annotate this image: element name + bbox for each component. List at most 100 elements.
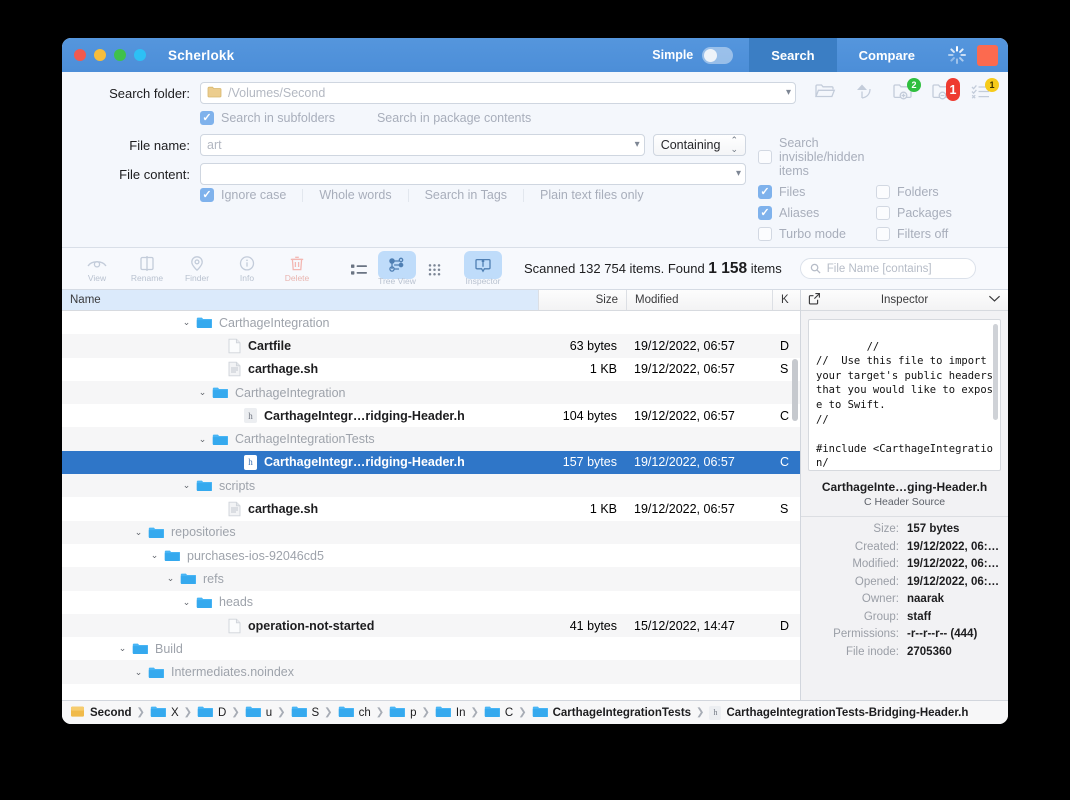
file-name-input[interactable]: art ▾ xyxy=(200,134,645,156)
checkbox-filters-off[interactable]: Filters off xyxy=(876,227,994,241)
disclosure-triangle-icon[interactable]: ⌄ xyxy=(132,667,145,678)
filter-list-icon[interactable]: 1 xyxy=(970,78,999,104)
tree-view-button[interactable] xyxy=(378,251,416,279)
checkbox-folders[interactable]: Folders xyxy=(876,185,994,199)
checkbox-box[interactable] xyxy=(876,206,890,220)
table-row[interactable]: ⌄ purchases-ios-92046cd5 xyxy=(62,544,800,567)
simple-mode-toggle[interactable]: Simple xyxy=(642,38,749,72)
breadcrumb[interactable]: Second ❯ X ❯ D ❯ u ❯ S ❯ ch ❯ p ❯ In ❯ C ❯ CarthageIntegra… xyxy=(62,700,1008,724)
file-content-input[interactable]: ▾ xyxy=(200,163,746,185)
breadcrumb-item[interactable]: D xyxy=(197,705,226,721)
match-mode-select[interactable]: Containing ⌃ ⌄ xyxy=(652,134,746,156)
tab-compare[interactable]: Compare xyxy=(837,38,937,72)
chevron-down-icon[interactable]: ▾ xyxy=(629,140,640,150)
checkbox-turbo-mode[interactable]: Turbo mode xyxy=(758,227,876,241)
disclosure-triangle-icon[interactable]: ⌄ xyxy=(180,597,193,608)
minimize-button[interactable] xyxy=(94,49,106,61)
table-row[interactable]: h CarthageIntegr…ridging-Header.h 104 byte… xyxy=(62,404,800,427)
filter-search-input[interactable]: File Name [contains] xyxy=(799,258,976,279)
extra-button[interactable] xyxy=(134,49,146,61)
disclosure-triangle-icon[interactable]: ⌄ xyxy=(196,434,209,445)
simple-switch[interactable] xyxy=(702,46,734,64)
table-row[interactable]: ⌄ CarthageIntegration xyxy=(62,311,800,334)
breadcrumb-item[interactable]: X xyxy=(150,705,179,721)
checkbox-aliases[interactable]: Aliases xyxy=(758,206,876,220)
close-button[interactable] xyxy=(74,49,86,61)
file-preview[interactable]: // // Use this file to import your targe… xyxy=(808,319,1001,471)
disclosure-triangle-icon[interactable]: ⌄ xyxy=(164,573,177,584)
table-row[interactable]: h CarthageIntegr…ridging-Header.h 157 byte… xyxy=(62,450,800,475)
add-folder-icon[interactable]: 2 xyxy=(892,78,921,104)
checkbox-files[interactable]: Files xyxy=(758,185,876,199)
table-row[interactable]: ⌄ refs xyxy=(62,567,800,591)
info-button[interactable]: Info xyxy=(222,255,272,283)
disclosure-triangle-icon[interactable]: ⌄ xyxy=(196,387,209,398)
breadcrumb-item[interactable]: p xyxy=(389,705,417,721)
checkbox-box[interactable] xyxy=(876,227,890,241)
breadcrumb-item[interactable]: C xyxy=(484,705,513,721)
table-row[interactable]: operation-not-started 41 bytes 15/12/2022,… xyxy=(62,613,800,638)
checkbox-whole-words[interactable]: Whole words xyxy=(319,188,391,202)
breadcrumb-item[interactable]: In xyxy=(435,705,466,721)
checkbox-search-in-tags[interactable]: Search in Tags xyxy=(425,188,507,202)
breadcrumb-item[interactable]: h CarthageIntegrationTests-Bridging-Heade… xyxy=(709,705,968,720)
disclosure-triangle-icon[interactable]: ⌄ xyxy=(148,550,161,561)
search-folder-field[interactable]: /Volumes/Second ▾ xyxy=(200,82,796,104)
table-row[interactable]: carthage.sh 1 KB 19/12/2022, 06:57 S xyxy=(62,358,800,381)
revert-arrow-icon[interactable] xyxy=(853,82,877,104)
checkbox-box[interactable] xyxy=(876,185,890,199)
disclosure-triangle-icon[interactable]: ⌄ xyxy=(180,317,193,328)
breadcrumb-item[interactable]: CarthageIntegrationTests xyxy=(532,705,691,721)
chevron-down-icon[interactable] xyxy=(988,294,1001,306)
table-row[interactable]: ⌄ CarthageIntegrationTests xyxy=(62,427,800,451)
grid-view-button[interactable] xyxy=(416,256,454,284)
results-list[interactable]: ⌄ CarthageIntegration Cartfile 63 bytes 19/1… xyxy=(62,311,800,700)
disclosure-triangle-icon[interactable]: ⌄ xyxy=(116,643,129,654)
table-row[interactable]: ⌄ Build xyxy=(62,637,800,660)
column-header-modified[interactable]: Modified xyxy=(626,290,772,310)
checkbox-search-invisible[interactable]: Search invisible/hidden items xyxy=(758,136,886,178)
checkbox-packages[interactable]: Packages xyxy=(876,206,994,220)
open-folder-icon[interactable] xyxy=(814,82,838,104)
breadcrumb-item[interactable]: u xyxy=(245,705,272,721)
chevron-down-icon[interactable]: ▾ xyxy=(780,88,791,98)
checkbox-ignore-case[interactable]: Ignore case xyxy=(200,188,286,202)
checkbox-box[interactable] xyxy=(200,188,214,202)
disclosure-triangle-icon[interactable]: ⌄ xyxy=(180,480,193,491)
checkbox-box[interactable] xyxy=(758,227,772,241)
view-button[interactable]: View xyxy=(72,255,122,283)
open-external-icon[interactable] xyxy=(808,292,821,308)
table-row[interactable]: ⌄ Intermediates.noindex xyxy=(62,660,800,684)
breadcrumb-item[interactable]: Second xyxy=(70,705,132,721)
table-row[interactable]: Cartfile 63 bytes 19/12/2022, 06:57 D xyxy=(62,334,800,358)
disclosure-triangle-icon[interactable]: ⌄ xyxy=(132,527,145,538)
preview-scrollbar[interactable] xyxy=(993,324,998,420)
checkbox-box[interactable] xyxy=(758,185,772,199)
table-row[interactable]: ⌄ repositories xyxy=(62,520,800,544)
table-row[interactable]: ⌄ CarthageIntegration xyxy=(62,380,800,405)
rename-button[interactable]: Rename xyxy=(122,255,172,283)
checkbox-plain-text-only[interactable]: Plain text files only xyxy=(540,188,644,202)
checkbox-search-subfolders[interactable]: Search in subfolders xyxy=(200,111,335,125)
checkbox-search-package-contents[interactable]: Search in package contents xyxy=(377,111,531,125)
chevron-down-icon[interactable]: ▾ xyxy=(730,169,741,179)
table-row[interactable]: ⌄ heads xyxy=(62,591,800,614)
delete-button[interactable]: Delete xyxy=(272,255,322,283)
stop-button[interactable] xyxy=(977,44,998,66)
zoom-button[interactable] xyxy=(114,49,126,61)
remove-folder-icon[interactable]: 1 xyxy=(931,78,960,104)
column-header-name[interactable]: Name xyxy=(62,290,538,310)
results-scrollbar[interactable] xyxy=(792,359,798,421)
table-row[interactable]: carthage.sh 1 KB 19/12/2022, 06:57 S xyxy=(62,497,800,520)
checkbox-box[interactable] xyxy=(758,206,772,220)
breadcrumb-item[interactable]: ch xyxy=(338,705,371,721)
column-header-size[interactable]: Size xyxy=(538,290,626,310)
breadcrumb-item[interactable]: S xyxy=(291,705,319,721)
tab-search[interactable]: Search xyxy=(749,38,837,72)
column-header-kind[interactable]: K xyxy=(772,290,800,310)
checkbox-box[interactable] xyxy=(200,111,214,125)
checkbox-box[interactable] xyxy=(758,150,772,164)
list-view-button[interactable] xyxy=(340,256,378,284)
finder-button[interactable]: Finder xyxy=(172,255,222,283)
table-row[interactable]: ⌄ scripts xyxy=(62,474,800,498)
